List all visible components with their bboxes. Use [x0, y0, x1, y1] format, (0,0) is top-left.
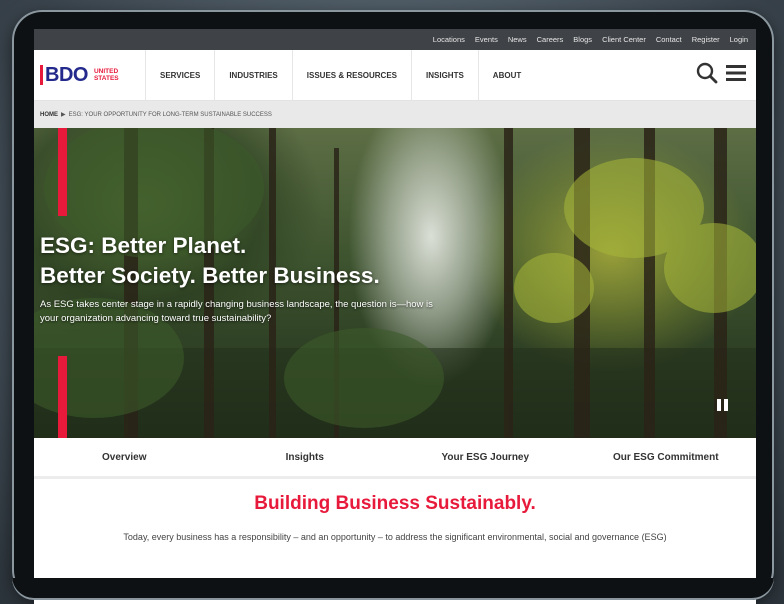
- breadcrumb: HOME ▶ ESG: YOUR OPPORTUNITY FOR LONG-TE…: [34, 101, 756, 128]
- pause-icon[interactable]: [717, 399, 728, 411]
- breadcrumb-current: ESG: YOUR OPPORTUNITY FOR LONG-TERM SUST…: [68, 111, 272, 118]
- logo-wordmark: BDO: [40, 65, 88, 85]
- tab-insights[interactable]: Insights: [215, 438, 396, 476]
- utility-link-contact[interactable]: Contact: [656, 35, 682, 44]
- nav-icons: [696, 62, 746, 89]
- browser-viewport: Locations Events News Careers Blogs Clie…: [34, 29, 756, 604]
- tab-your-esg-journey[interactable]: Your ESG Journey: [395, 438, 576, 476]
- hero-accent-bar-bottom: [58, 356, 67, 438]
- logo-country: UNITED STATES: [94, 68, 119, 82]
- hero-title-line1: ESG: Better Planet.: [40, 233, 247, 258]
- breadcrumb-home[interactable]: HOME: [40, 112, 58, 118]
- main-navigation: BDO UNITED STATES SERVICES INDUSTRIES IS…: [34, 50, 756, 101]
- tablet-bezel-bottom: [12, 578, 774, 600]
- section-body-text: Today, every business has a responsibili…: [123, 532, 667, 542]
- nav-item-services[interactable]: SERVICES: [146, 50, 216, 100]
- utility-bar: Locations Events News Careers Blogs Clie…: [34, 29, 756, 50]
- utility-link-news[interactable]: News: [508, 35, 527, 44]
- tab-our-esg-commitment[interactable]: Our ESG Commitment: [576, 438, 757, 476]
- nav-item-insights[interactable]: INSIGHTS: [412, 50, 479, 100]
- breadcrumb-arrow-icon: ▶: [61, 112, 66, 118]
- search-icon[interactable]: [696, 62, 718, 89]
- nav-item-about[interactable]: ABOUT: [479, 50, 535, 100]
- logo-country-line2: STATES: [93, 75, 119, 82]
- bdo-logo[interactable]: BDO UNITED STATES: [34, 50, 146, 100]
- utility-link-client-center[interactable]: Client Center: [602, 35, 646, 44]
- hero-accent-bar-top: [58, 128, 67, 216]
- section-tabs: Overview Insights Your ESG Journey Our E…: [34, 438, 756, 479]
- logo-country-line1: UNITED: [93, 68, 119, 75]
- utility-link-blogs[interactable]: Blogs: [573, 35, 592, 44]
- hero-title-line2: Better Society. Better Business.: [40, 263, 380, 288]
- utility-link-register[interactable]: Register: [692, 35, 720, 44]
- utility-link-login[interactable]: Login: [730, 35, 748, 44]
- nav-item-issues-resources[interactable]: ISSUES & RESOURCES: [293, 50, 413, 100]
- nav-item-industries[interactable]: INDUSTRIES: [215, 50, 293, 100]
- section-heading: Building Business Sustainably.: [254, 493, 536, 514]
- hero-title: ESG: Better Planet. Better Society. Bett…: [40, 231, 380, 291]
- hero-banner: ESG: Better Planet. Better Society. Bett…: [34, 128, 756, 438]
- hamburger-menu-icon[interactable]: [726, 64, 746, 87]
- utility-link-careers[interactable]: Careers: [537, 35, 564, 44]
- utility-link-locations[interactable]: Locations: [433, 35, 465, 44]
- tab-overview[interactable]: Overview: [34, 438, 215, 476]
- hero-subtitle: As ESG takes center stage in a rapidly c…: [40, 299, 433, 324]
- utility-link-events[interactable]: Events: [475, 35, 498, 44]
